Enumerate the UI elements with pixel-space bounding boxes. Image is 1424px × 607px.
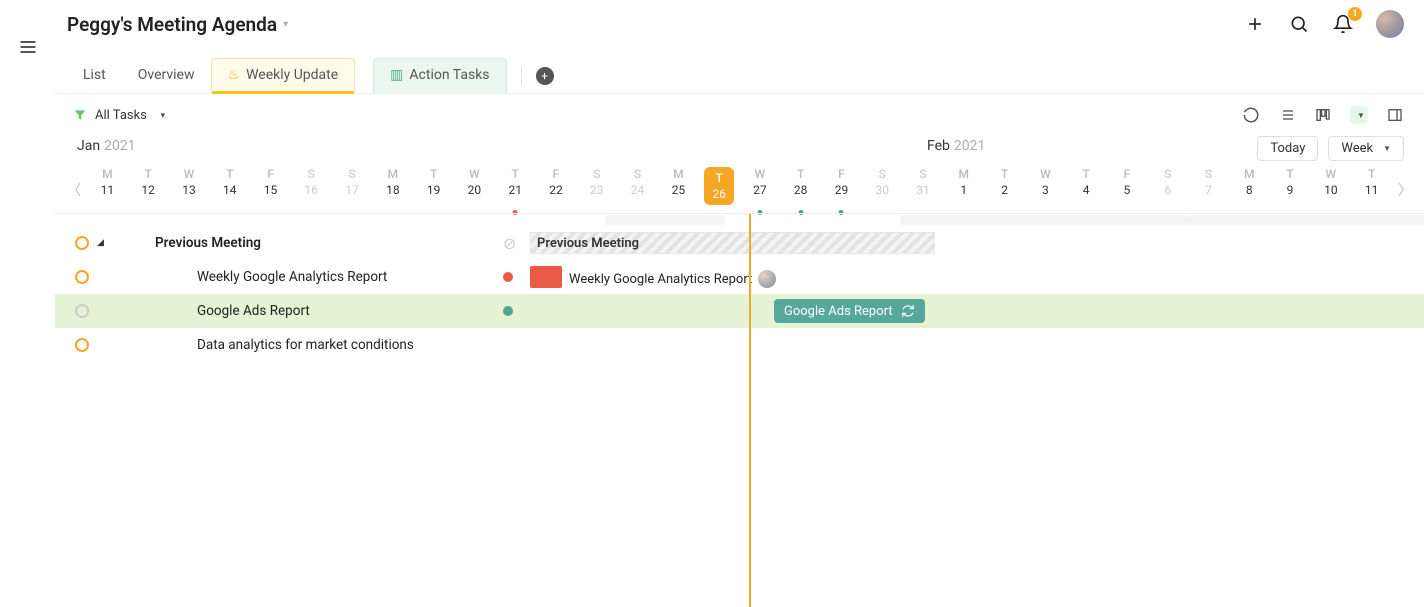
month-label: Jan2021 — [77, 138, 136, 154]
day-cell[interactable]: T19 — [413, 167, 454, 213]
day-cell[interactable]: S16 — [291, 167, 332, 213]
status-dot-red[interactable] — [503, 272, 513, 282]
list-view-button[interactable] — [1278, 106, 1296, 124]
day-cell[interactable]: M1 — [943, 167, 984, 213]
task-row-weekly-ga[interactable]: Weekly Google Analytics Report Weekly Go… — [55, 260, 1424, 294]
day-cell[interactable]: S31 — [903, 167, 944, 213]
day-cell[interactable]: T2 — [984, 167, 1025, 213]
today-button[interactable]: Today — [1257, 136, 1318, 161]
task-label: Google Ads Report — [155, 303, 310, 319]
month-label: Feb2021 — [927, 138, 985, 154]
task-row-previous-meeting[interactable]: ◢ Previous Meeting ⊘ Previous Meeting — [55, 226, 1424, 260]
day-cell[interactable]: S23 — [576, 167, 617, 213]
prev-week-button[interactable]: 〈 — [61, 180, 87, 200]
day-cell[interactable]: W20 — [454, 167, 495, 213]
day-cell[interactable]: W13 — [169, 167, 210, 213]
day-cell[interactable]: S30 — [862, 167, 903, 213]
chevron-down-icon: ▼ — [1357, 111, 1365, 120]
user-avatar[interactable] — [1376, 10, 1404, 38]
panel-view-button[interactable] — [1386, 106, 1404, 124]
status-dot-teal[interactable] — [503, 306, 513, 316]
divider — [521, 66, 522, 86]
collapse-toggle[interactable]: ◢ — [97, 238, 104, 248]
clock-icon — [75, 270, 89, 284]
day-cell[interactable]: T14 — [209, 167, 250, 213]
day-cell[interactable]: T4 — [1066, 167, 1107, 213]
range-dropdown[interactable]: Week ▼ — [1328, 136, 1404, 161]
overflow-bar — [605, 215, 725, 225]
recurring-icon — [901, 304, 915, 318]
day-cell[interactable]: F15 — [250, 167, 291, 213]
day-cell[interactable]: W3 — [1025, 167, 1066, 213]
gantt-label: Weekly Google Analytics Report — [569, 270, 776, 288]
task-label: Previous Meeting — [155, 235, 261, 251]
task-label: Weekly Google Analytics Report — [155, 269, 387, 285]
tab-label: Weekly Update — [246, 67, 338, 83]
filter-dropdown[interactable]: All Tasks ▼ — [73, 108, 167, 123]
tab-label: Action Tasks — [409, 67, 489, 83]
day-cell[interactable]: S17 — [332, 167, 373, 213]
timeline-view-button[interactable]: ▼ — [1350, 106, 1368, 124]
filter-icon — [73, 108, 87, 122]
day-cell[interactable]: F22 — [536, 167, 577, 213]
search-button[interactable] — [1288, 13, 1310, 35]
notification-badge: 1 — [1348, 7, 1362, 21]
tab-weekly-update[interactable]: ♨ Weekly Update — [211, 58, 356, 93]
clock-icon — [75, 304, 89, 318]
task-row-market-conditions[interactable]: Data analytics for market conditions — [55, 328, 1424, 362]
day-cell[interactable]: M25 — [658, 167, 699, 213]
day-cell[interactable]: M18 — [372, 167, 413, 213]
page-title-dropdown[interactable]: Peggy's Meeting Agenda ▾ — [67, 13, 288, 36]
add-button[interactable] — [1244, 13, 1266, 35]
tab-action-tasks[interactable]: ▥ Action Tasks — [373, 58, 506, 93]
day-cell[interactable]: S7 — [1188, 167, 1229, 213]
days-header: M11T12W13T14F15S16S17M18T19W20T21F22S23S… — [87, 167, 1392, 213]
filter-label: All Tasks — [95, 108, 147, 123]
day-cell[interactable]: S24 — [617, 167, 658, 213]
undo-button[interactable] — [1242, 106, 1260, 124]
notifications-button[interactable]: 1 — [1332, 13, 1354, 35]
gantt-bar-google-ads[interactable]: Google Ads Report — [774, 299, 925, 323]
day-cell[interactable]: T28 — [780, 167, 821, 213]
page-title: Peggy's Meeting Agenda — [67, 13, 277, 36]
overflow-bar — [1190, 215, 1424, 225]
clock-icon — [75, 236, 89, 250]
kanban-icon: ▥ — [390, 67, 403, 83]
add-tab-button[interactable]: + — [536, 67, 554, 85]
day-cell[interactable]: F29 — [821, 167, 862, 213]
day-cell[interactable]: T12 — [128, 167, 169, 213]
overflow-bar — [900, 215, 1190, 225]
gantt-bar-previous-meeting[interactable]: Previous Meeting — [530, 232, 935, 254]
flame-icon: ♨ — [228, 67, 241, 83]
day-cell[interactable]: T11 — [1351, 167, 1392, 213]
clock-icon — [75, 338, 89, 352]
no-status-icon: ⊘ — [503, 234, 517, 253]
chevron-down-icon: ▾ — [283, 19, 288, 30]
task-label: Data analytics for market conditions — [155, 337, 414, 353]
tab-overview[interactable]: Overview — [122, 59, 211, 93]
day-cell[interactable]: T21 — [495, 167, 536, 213]
day-cell[interactable]: S6 — [1147, 167, 1188, 213]
next-week-button[interactable]: 〉 — [1392, 180, 1418, 200]
menu-toggle-button[interactable] — [17, 36, 39, 58]
day-cell[interactable]: M11 — [87, 167, 128, 213]
task-row-google-ads[interactable]: Google Ads Report Google Ads Report — [55, 294, 1424, 328]
board-view-button[interactable] — [1314, 106, 1332, 124]
day-cell[interactable]: M8 — [1229, 167, 1270, 213]
day-cell[interactable]: F5 — [1107, 167, 1148, 213]
day-cell[interactable]: T9 — [1270, 167, 1311, 213]
chevron-down-icon: ▼ — [159, 111, 167, 120]
gantt-bar-weekly-ga[interactable] — [530, 266, 562, 288]
assignee-avatar[interactable] — [758, 270, 776, 288]
day-cell[interactable]: W10 — [1310, 167, 1351, 213]
day-cell[interactable]: T26 — [699, 167, 740, 213]
tab-list[interactable]: List — [67, 59, 122, 93]
today-marker — [749, 214, 751, 607]
day-cell[interactable]: W27 — [740, 167, 781, 213]
chevron-down-icon: ▼ — [1383, 144, 1391, 153]
